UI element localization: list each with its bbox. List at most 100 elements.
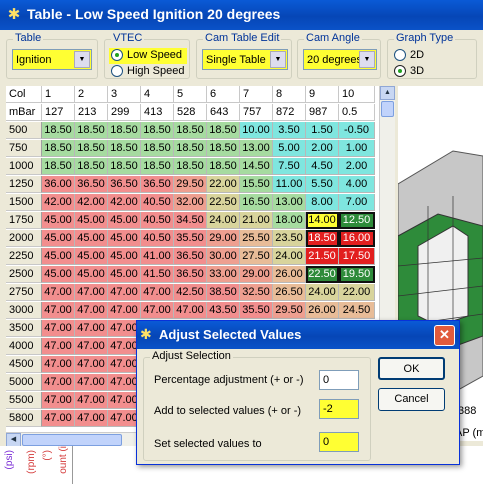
vtec-low-speed-radio[interactable]: Low Speed (111, 49, 182, 61)
table-cell[interactable]: 1.00 (339, 140, 375, 157)
table-cell[interactable]: 45.00 (75, 248, 108, 265)
table-cell[interactable]: 21.00 (240, 212, 273, 229)
cam-angle-select[interactable]: 20 degrees ▼ (303, 49, 377, 70)
table-cell[interactable]: 41.00 (141, 248, 174, 265)
graph-type-3d-radio[interactable]: 3D (394, 65, 424, 77)
table-cell[interactable]: 36.50 (174, 266, 207, 283)
table-cell[interactable]: 25.50 (240, 230, 273, 247)
table-cell[interactable]: 47.00 (42, 338, 75, 355)
table-cell[interactable]: 5.50 (306, 176, 339, 193)
table-cell[interactable]: 45.00 (75, 230, 108, 247)
table-cell[interactable]: 47.00 (75, 338, 108, 355)
table-cell[interactable]: 47.00 (141, 284, 174, 301)
table-cell[interactable]: 3.50 (273, 122, 306, 139)
table-cell[interactable]: 29.50 (273, 302, 306, 319)
scroll-left-icon[interactable]: ◀ (6, 433, 21, 447)
table-cell[interactable]: 35.50 (240, 302, 273, 319)
table-cell[interactable]: 30.00 (207, 248, 240, 265)
table-cell[interactable]: 5.00 (273, 140, 306, 157)
table-cell[interactable]: 47.00 (42, 392, 75, 409)
table-cell[interactable]: 47.00 (42, 320, 75, 337)
table-cell[interactable]: 2.00 (306, 140, 339, 157)
table-cell[interactable]: 42.50 (174, 284, 207, 301)
scroll-up-icon[interactable]: ▲ (380, 86, 395, 100)
table-cell[interactable]: 47.00 (75, 320, 108, 337)
table-cell[interactable]: 24.00 (207, 212, 240, 229)
table-cell[interactable]: 7.00 (339, 194, 375, 211)
scrollbar-thumb[interactable] (22, 434, 122, 446)
table-cell[interactable]: 47.00 (42, 356, 75, 373)
table-cell[interactable]: 11.00 (273, 176, 306, 193)
table-cell[interactable]: 18.50 (141, 158, 174, 175)
table-cell[interactable]: 18.50 (207, 158, 240, 175)
add-values-input[interactable]: -2 (319, 399, 359, 419)
scrollbar-thumb[interactable] (381, 101, 394, 117)
table-cell[interactable]: 47.00 (75, 410, 108, 427)
table-cell[interactable]: 38.50 (207, 284, 240, 301)
table-cell[interactable]: 42.00 (42, 194, 75, 211)
chevron-down-icon[interactable]: ▼ (74, 51, 90, 68)
table-cell[interactable]: 18.50 (75, 158, 108, 175)
table-cell[interactable]: 1.50 (306, 122, 339, 139)
table-cell[interactable]: 34.50 (174, 212, 207, 229)
table-cell[interactable]: 18.50 (75, 140, 108, 157)
table-cell[interactable]: 47.00 (42, 302, 75, 319)
table-cell[interactable]: 47.00 (75, 356, 108, 373)
table-cell[interactable]: 22.00 (339, 284, 375, 301)
table-cell[interactable]: 45.00 (108, 212, 141, 229)
table-cell[interactable]: 47.00 (42, 374, 75, 391)
chevron-down-icon[interactable]: ▼ (359, 51, 375, 68)
table-cell[interactable]: 16.00 (339, 230, 375, 247)
table-cell[interactable]: 45.00 (42, 248, 75, 265)
close-icon[interactable]: ✕ (434, 325, 455, 346)
table-cell[interactable]: 18.50 (207, 122, 240, 139)
table-cell[interactable]: 18.50 (75, 122, 108, 139)
vtec-high-speed-radio[interactable]: High Speed (111, 65, 185, 77)
table-cell[interactable]: 45.00 (42, 230, 75, 247)
table-cell[interactable]: 45.00 (108, 248, 141, 265)
table-cell[interactable]: 29.00 (207, 230, 240, 247)
table-cell[interactable]: 18.50 (42, 122, 75, 139)
table-cell[interactable]: 18.50 (207, 140, 240, 157)
table-cell[interactable]: 47.00 (108, 284, 141, 301)
table-cell[interactable]: 36.50 (75, 176, 108, 193)
table-cell[interactable]: 47.00 (75, 392, 108, 409)
table-cell[interactable]: 40.50 (141, 230, 174, 247)
table-cell[interactable]: 13.00 (273, 194, 306, 211)
percentage-input[interactable]: 0 (319, 370, 359, 390)
table-cell[interactable]: 47.00 (108, 302, 141, 319)
table-cell[interactable]: 7.50 (273, 158, 306, 175)
table-cell[interactable]: 45.00 (108, 230, 141, 247)
table-cell[interactable]: 35.50 (174, 230, 207, 247)
table-cell[interactable]: 2.00 (339, 158, 375, 175)
table-cell[interactable]: 45.00 (42, 266, 75, 283)
table-cell[interactable]: 18.50 (141, 122, 174, 139)
table-select[interactable]: Ignition ▼ (12, 49, 92, 70)
table-cell[interactable]: 18.50 (108, 158, 141, 175)
table-cell[interactable]: 18.50 (306, 230, 339, 247)
table-cell[interactable]: 33.00 (207, 266, 240, 283)
table-cell[interactable]: 29.50 (174, 176, 207, 193)
table-cell[interactable]: 18.50 (174, 140, 207, 157)
table-cell[interactable]: 42.00 (108, 194, 141, 211)
table-cell[interactable]: 43.50 (207, 302, 240, 319)
table-cell[interactable]: 41.50 (141, 266, 174, 283)
table-cell[interactable]: 13.00 (240, 140, 273, 157)
table-cell[interactable]: 22.50 (306, 266, 339, 283)
table-cell[interactable]: 4.50 (306, 158, 339, 175)
table-cell[interactable]: 32.00 (174, 194, 207, 211)
table-cell[interactable]: 12.50 (339, 212, 375, 229)
set-values-input[interactable]: 0 (319, 432, 359, 452)
table-cell[interactable]: 22.50 (207, 194, 240, 211)
table-cell[interactable]: 42.00 (75, 194, 108, 211)
table-cell[interactable]: 21.50 (306, 248, 339, 265)
table-cell[interactable]: 45.00 (75, 266, 108, 283)
table-cell[interactable]: 40.50 (141, 194, 174, 211)
table-cell[interactable]: 45.00 (108, 266, 141, 283)
table-cell[interactable]: 26.00 (306, 302, 339, 319)
table-cell[interactable]: 18.00 (273, 212, 306, 229)
table-cell[interactable]: 18.50 (174, 122, 207, 139)
table-cell[interactable]: 36.00 (42, 176, 75, 193)
table-cell[interactable]: 47.00 (75, 302, 108, 319)
chevron-down-icon[interactable]: ▼ (270, 51, 286, 68)
